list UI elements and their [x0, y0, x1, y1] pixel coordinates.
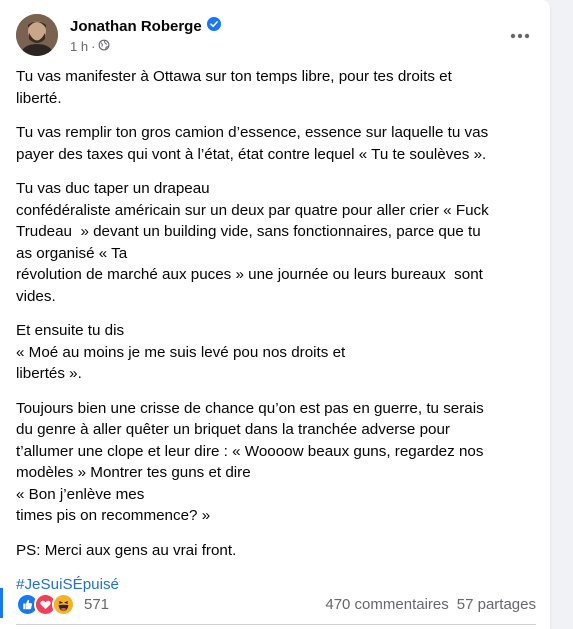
globe-icon [98, 39, 110, 54]
text-line: liberté. [16, 89, 62, 107]
text-line: t’allumer une clope et leur dire : « Woo… [16, 442, 484, 460]
text-line: as organisé « Ta [16, 244, 128, 262]
post-stats: 470 commentaires 57 partages [325, 596, 536, 613]
author-name[interactable]: Jonathan Roberge [70, 18, 202, 35]
paragraph: Tu vas remplir ton gros camion d’essence… [16, 122, 536, 165]
text-line: « Moé au moins je me suis levé pou nos d… [16, 343, 346, 361]
text-line: révolution de marché aux puces » une jou… [16, 266, 483, 283]
post-header: Jonathan Roberge 1 h · [16, 14, 536, 58]
reaction-count: 571 [84, 595, 110, 613]
shares-count-link[interactable]: 57 partages [457, 596, 536, 613]
focus-accent [0, 588, 3, 618]
post-card: Jonathan Roberge 1 h · Tu vas manifester… [0, 0, 550, 629]
text-line: confédéraliste américain sur un deux par… [16, 201, 489, 219]
paragraph: Tu vas duc taper un drapeau confédéralis… [16, 178, 536, 307]
comments-count-link[interactable]: 470 commentaires [325, 596, 448, 613]
text-line: Tu vas manifester à Ottawa sur ton temps… [16, 68, 452, 85]
more-options-button[interactable] [504, 20, 536, 52]
text-line: Tu vas remplir ton gros camion d’essence… [16, 124, 489, 141]
text-line: times pis on recommence? » [16, 507, 211, 524]
meta-separator: · [91, 39, 96, 54]
more-options-icon [510, 33, 530, 39]
text-line: Et ensuite tu dis [16, 322, 125, 339]
paragraph: Toujours bien une crisse de chance qu’on… [16, 398, 536, 527]
post-footer: 571 470 commentaires 57 partages [16, 588, 536, 620]
text-line: PS: Merci aux gens au vrai front. [16, 541, 237, 559]
text-line: modèles » Montrer tes guns et dire [16, 464, 251, 481]
paragraph: PS: Merci aux gens au vrai front. [16, 540, 536, 562]
avatar[interactable] [16, 14, 58, 56]
verified-badge-icon [206, 17, 221, 36]
text-line: du genre à aller quêter un briquet dans … [16, 421, 450, 438]
avatar-image [16, 14, 58, 56]
post-body: Tu vas manifester à Ottawa sur ton temps… [16, 66, 536, 596]
reactions-summary[interactable]: 571 [16, 592, 110, 616]
text-line: Tu vas duc taper un drapeau [16, 180, 210, 197]
text-line: Trudeau » devant un building vide, sans … [16, 223, 481, 240]
paragraph: Tu vas manifester à Ottawa sur ton temps… [16, 66, 536, 109]
divider [16, 624, 536, 625]
text-line: payer des taxes qui vont à l’état, état … [16, 145, 487, 163]
haha-icon [52, 592, 75, 616]
post-timestamp[interactable]: 1 h [70, 39, 88, 54]
text-line: vides. [16, 287, 56, 305]
text-line: libertés ». [16, 365, 82, 382]
text-line: « Bon j’enlève mes [16, 485, 145, 503]
text-line: Toujours bien une crisse de chance qu’on… [16, 399, 484, 417]
paragraph: Et ensuite tu dis « Moé au moins je me s… [16, 320, 536, 385]
